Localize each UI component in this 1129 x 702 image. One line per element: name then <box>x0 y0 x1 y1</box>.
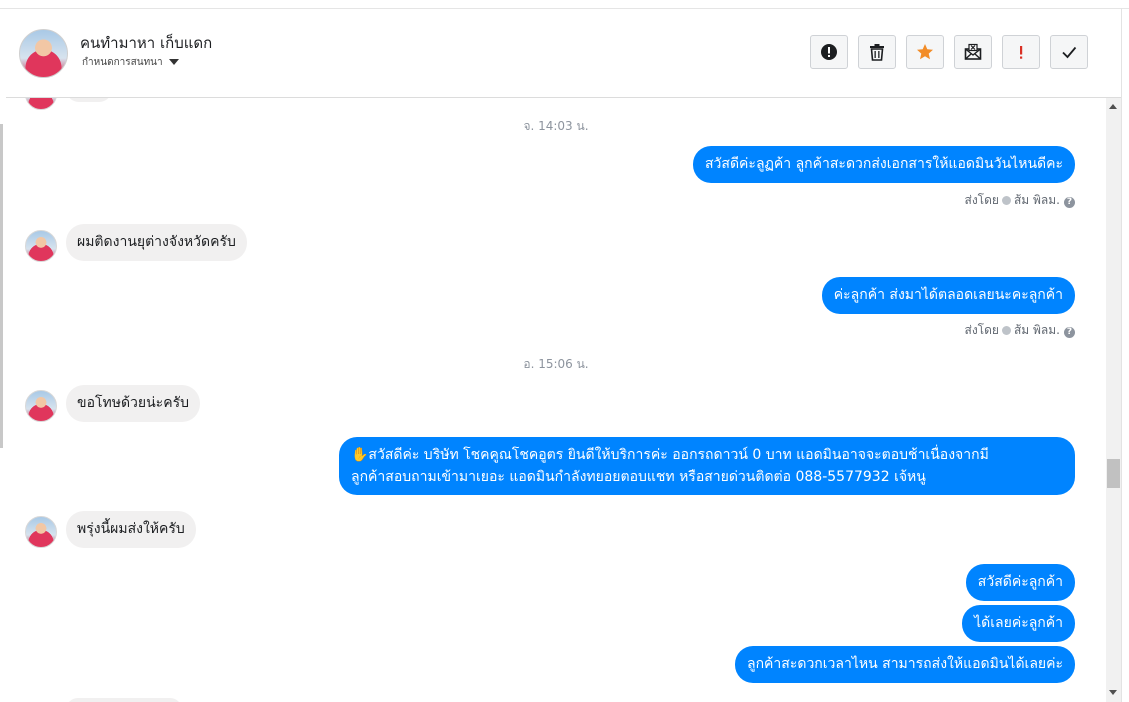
scrollbar[interactable] <box>1106 98 1121 702</box>
incoming-message-bubble[interactable]: ขอโทษด้วยน่ะครับ <box>66 385 200 422</box>
incoming-message-bubble[interactable]: พรุ่งนี้ผมส่งให้ครับ <box>66 511 196 548</box>
contact-avatar-small[interactable] <box>25 516 57 548</box>
outgoing-message-bubble[interactable]: ✋สวัสดีค่ะ บริษัท โชคคูณโชคอูตร ยินดีให้… <box>339 437 1075 495</box>
check-icon <box>1062 46 1077 59</box>
exclamation-icon <box>1020 46 1023 59</box>
scroll-up-icon[interactable] <box>1109 104 1117 109</box>
scroll-down-icon[interactable] <box>1109 690 1117 695</box>
sent-check-icon <box>1001 196 1011 205</box>
outgoing-message-bubble[interactable]: สวัสดีค่ะลูกค้า <box>965 564 1075 601</box>
scrollbar-thumb[interactable] <box>1107 459 1120 488</box>
conversation-header: คนทำมาหา เก็บแดก กำหนดการสนทนา <box>6 9 1121 98</box>
left-edge-bar <box>0 124 3 448</box>
outgoing-message-bubble[interactable]: ค่ะลูกค้า ส่งมาได้ตลอดเลยนะคะลูกค้า <box>821 277 1075 314</box>
message-line: ✋สวัสดีค่ะ บริษัท โชคคูณโชคอูตร ยินดีให้… <box>351 447 989 463</box>
sender-name[interactable]: ส้ม พิลม. <box>1014 193 1060 207</box>
conversation-settings-dropdown[interactable]: กำหนดการสนทนา <box>82 55 179 70</box>
exclamation-circle-icon <box>821 44 837 60</box>
incoming-message-bubble <box>66 698 182 702</box>
help-icon[interactable]: ? <box>1064 197 1075 208</box>
conversation-settings-label: กำหนดการสนทนา <box>82 57 163 68</box>
outgoing-message-bubble[interactable]: ได้เลยค่ะลูกค้า <box>962 605 1075 642</box>
sent-by-label: ส่งโดย ส้ม พิลม.? <box>964 191 1075 210</box>
outgoing-message-bubble[interactable]: สวัสดีค่ะลูฏค้า ลูกค้าสะดวกส่งเอกสารให้แ… <box>693 146 1075 183</box>
contact-avatar-small[interactable] <box>25 230 57 262</box>
messenger-window: คนทำมาหา เก็บแดก กำหนดการสนทนา จ. 14:03 … <box>0 0 1129 702</box>
mark-spam-button[interactable] <box>810 35 848 69</box>
follow-up-button[interactable] <box>1002 35 1040 69</box>
contact-name[interactable]: คนทำมาหา เก็บแดก <box>80 31 212 55</box>
incoming-message-bubble[interactable]: ผมติดงานยุต่างจังหวัดครับ <box>66 224 247 261</box>
mail-x-icon <box>964 43 982 60</box>
delete-button[interactable] <box>858 35 896 69</box>
star-icon <box>917 44 933 60</box>
contact-avatar-small <box>25 98 57 110</box>
incoming-message-bubble <box>66 98 112 102</box>
mark-unread-button[interactable] <box>954 35 992 69</box>
sent-check-icon <box>1001 326 1011 335</box>
sent-by-label: ส่งโดย ส้ม พิลม.? <box>964 321 1075 340</box>
contact-avatar[interactable] <box>19 29 68 78</box>
timestamp: จ. 14:03 น. <box>523 119 589 133</box>
sent-by-prefix: ส่งโดย <box>964 193 999 207</box>
trash-icon <box>870 44 884 61</box>
right-border <box>1121 8 1122 702</box>
top-strip <box>0 0 1129 9</box>
outgoing-message-bubble[interactable]: ลูกค้าสะดวกเวลาไหน สามารถส่งให้แอดมินได้… <box>735 646 1075 683</box>
message-thread[interactable]: จ. 14:03 น. สวัสดีค่ะลูฏค้า ลูกค้าสะดวกส… <box>6 98 1106 702</box>
sender-name[interactable]: ส้ม พิลม. <box>1014 323 1060 337</box>
star-button[interactable] <box>906 35 944 69</box>
contact-avatar-small[interactable] <box>25 390 57 422</box>
timestamp: อ. 15:06 น. <box>523 357 589 371</box>
mark-done-button[interactable] <box>1050 35 1088 69</box>
message-line: ลูกค้าสอบถามเข้ามาเยอะ แอดมินกำลังทยอยตอ… <box>351 469 926 485</box>
sent-by-prefix: ส่งโดย <box>964 323 999 337</box>
caret-down-icon <box>168 59 179 65</box>
help-icon[interactable]: ? <box>1064 327 1075 338</box>
